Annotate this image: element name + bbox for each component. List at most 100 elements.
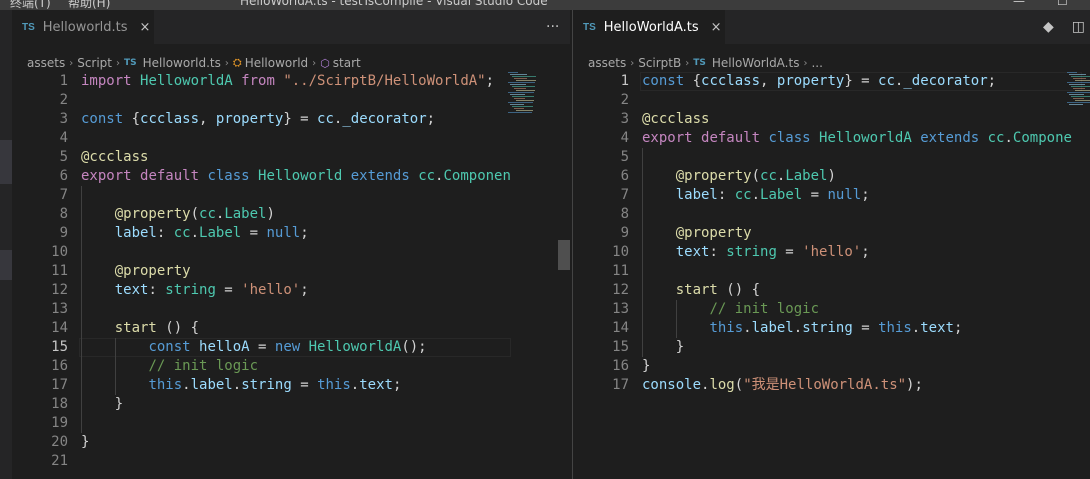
code-line[interactable]: 4 bbox=[12, 129, 570, 148]
ts-file-icon: TS bbox=[583, 21, 596, 33]
line-number: 7 bbox=[59, 187, 68, 203]
code-line[interactable]: 10 text: string = 'hello'; bbox=[573, 243, 1090, 262]
minimap[interactable] bbox=[508, 72, 568, 132]
code-token: Helloworld bbox=[258, 168, 351, 184]
minimap-line bbox=[1073, 98, 1084, 99]
split-editor-icon[interactable]: ◫ bbox=[1072, 19, 1085, 35]
code-line[interactable]: 2 bbox=[12, 91, 570, 110]
breadcrumb-class[interactable]: Helloworld bbox=[245, 56, 308, 70]
close-icon[interactable]: × bbox=[711, 20, 722, 35]
open-changes-icon[interactable]: ◆ bbox=[1043, 19, 1054, 35]
code-token: ; bbox=[300, 282, 309, 298]
code-token: ; bbox=[300, 225, 309, 241]
tab-helloworlda[interactable]: TS HelloWorldA.ts × bbox=[573, 10, 725, 44]
activity-marker bbox=[0, 140, 12, 184]
line-number: 9 bbox=[620, 225, 629, 241]
breadcrumb-more[interactable]: ... bbox=[811, 56, 822, 70]
code-token: . bbox=[182, 377, 191, 393]
code-text: this.label.string = this.text; bbox=[81, 376, 401, 395]
minimap-line bbox=[1067, 102, 1090, 103]
code-token: default bbox=[701, 130, 769, 146]
code-line[interactable]: 1 import HelloworldA from "../ScirptB/Hel… bbox=[12, 72, 570, 91]
code-line[interactable]: 6 export default class Helloworld extends… bbox=[12, 167, 570, 186]
code-line[interactable]: 7 label: cc.Label = null; bbox=[573, 186, 1090, 205]
code-line[interactable]: 20} bbox=[12, 433, 570, 452]
code-line[interactable]: 13 // init logic bbox=[573, 300, 1090, 319]
code-text: @ccclass bbox=[81, 148, 148, 167]
code-text: @property(cc.Label) bbox=[642, 167, 836, 186]
code-line[interactable]: 6 @property(cc.Label) bbox=[573, 167, 1090, 186]
minimap-line bbox=[514, 78, 527, 79]
code-line[interactable]: 2 bbox=[573, 91, 1090, 110]
code-line[interactable]: 13 bbox=[12, 300, 570, 319]
more-actions-icon[interactable]: ··· bbox=[546, 19, 559, 35]
minimap-line bbox=[1075, 100, 1090, 101]
code-line[interactable]: 9 label: cc.Label = null; bbox=[12, 224, 570, 243]
code-line[interactable]: 14 start () { bbox=[12, 319, 570, 338]
close-icon[interactable]: × bbox=[140, 20, 151, 35]
code-line[interactable]: 15 const helloA = new HelloworldA(); bbox=[12, 338, 570, 357]
breadcrumb-method[interactable]: start bbox=[333, 56, 361, 70]
code-token: from bbox=[232, 73, 284, 89]
code-line[interactable]: 18 } bbox=[12, 395, 570, 414]
tab-helloworld[interactable]: TS Helloworld.ts × bbox=[12, 10, 154, 44]
code-token: 'hello' bbox=[802, 244, 862, 260]
breadcrumb-assets[interactable]: assets bbox=[27, 56, 65, 70]
chevron-right-icon: › bbox=[116, 57, 121, 69]
code-text: console.log("我是HelloWorldA.ts"); bbox=[642, 376, 923, 395]
code-line[interactable]: 19 bbox=[12, 414, 570, 433]
menu-help[interactable]: 帮助(H) bbox=[68, 0, 110, 10]
scrollbar-thumb[interactable] bbox=[558, 240, 570, 270]
code-line[interactable]: 8 @property(cc.Label) bbox=[12, 205, 570, 224]
code-line[interactable]: 3 @ccclass bbox=[573, 110, 1090, 129]
code-line[interactable]: 16} bbox=[573, 357, 1090, 376]
code-token: helloA bbox=[199, 339, 250, 355]
code-token: string bbox=[726, 244, 777, 260]
code-line[interactable]: 12 text: string = 'hello'; bbox=[12, 281, 570, 300]
code-line[interactable]: 4 export default class HelloworldA extend… bbox=[573, 129, 1090, 148]
code-line[interactable]: 21 bbox=[12, 452, 570, 471]
editor-group-right: TS HelloWorldA.ts × ◆ ◫ assets › ScirptB… bbox=[573, 10, 1090, 479]
code-line[interactable]: 1 const {ccclass, property} = cc._decorat… bbox=[573, 72, 1090, 91]
maximize-icon[interactable]: ☐ bbox=[1057, 0, 1068, 8]
minimize-icon[interactable]: — bbox=[1013, 0, 1025, 8]
breadcrumb-script[interactable]: Script bbox=[77, 56, 112, 70]
minimap-line bbox=[1067, 82, 1090, 83]
code-line[interactable]: 3 const {ccclass, property} = cc._decorat… bbox=[12, 110, 570, 129]
code-line[interactable]: 5 bbox=[573, 148, 1090, 167]
code-token: } bbox=[642, 358, 651, 374]
code-line[interactable]: 15 } bbox=[573, 338, 1090, 357]
code-line[interactable]: 17 this.label.string = this.text; bbox=[12, 376, 570, 395]
menu-terminal[interactable]: 终端(T) bbox=[10, 0, 51, 10]
code-line[interactable]: 5 @ccclass bbox=[12, 148, 570, 167]
code-line[interactable]: 11 @property bbox=[12, 262, 570, 281]
line-number: 15 bbox=[51, 339, 68, 355]
code-token: "../ScirptB/HelloWorldA" bbox=[283, 73, 486, 89]
code-token: } bbox=[81, 434, 90, 450]
code-line[interactable]: 12 start () { bbox=[573, 281, 1090, 300]
code-token: _decorator bbox=[342, 111, 427, 127]
code-editor-left[interactable]: 1 import HelloworldA from "../ScirptB/Hel… bbox=[12, 72, 570, 479]
line-number: 13 bbox=[51, 301, 68, 317]
code-line[interactable]: 17 console.log("我是HelloWorldA.ts"); bbox=[573, 376, 1090, 395]
code-token: { bbox=[131, 111, 141, 127]
code-editor-right[interactable]: 1 const {ccclass, property} = cc._decorat… bbox=[573, 72, 1090, 479]
code-text: text: string = 'hello'; bbox=[81, 281, 309, 300]
code-line[interactable]: 10 bbox=[12, 243, 570, 262]
code-line[interactable]: 14 this.label.string = this.text; bbox=[573, 319, 1090, 338]
code-line[interactable]: 16 // init logic bbox=[12, 357, 570, 376]
code-line[interactable]: 8 bbox=[573, 205, 1090, 224]
code-token: . bbox=[751, 187, 761, 203]
breadcrumb-assets[interactable]: assets bbox=[588, 56, 626, 70]
code-line[interactable]: 7 bbox=[12, 186, 570, 205]
breadcrumb-file[interactable]: Helloworld.ts bbox=[143, 56, 221, 70]
breadcrumb-folder[interactable]: ScirptB bbox=[638, 56, 681, 70]
code-line[interactable]: 9 @property bbox=[573, 224, 1090, 243]
minimap[interactable] bbox=[1067, 72, 1090, 132]
code-line[interactable]: 11 bbox=[573, 262, 1090, 281]
breadcrumb-file[interactable]: HelloWorldA.ts bbox=[712, 56, 800, 70]
code-token: } bbox=[642, 339, 685, 355]
